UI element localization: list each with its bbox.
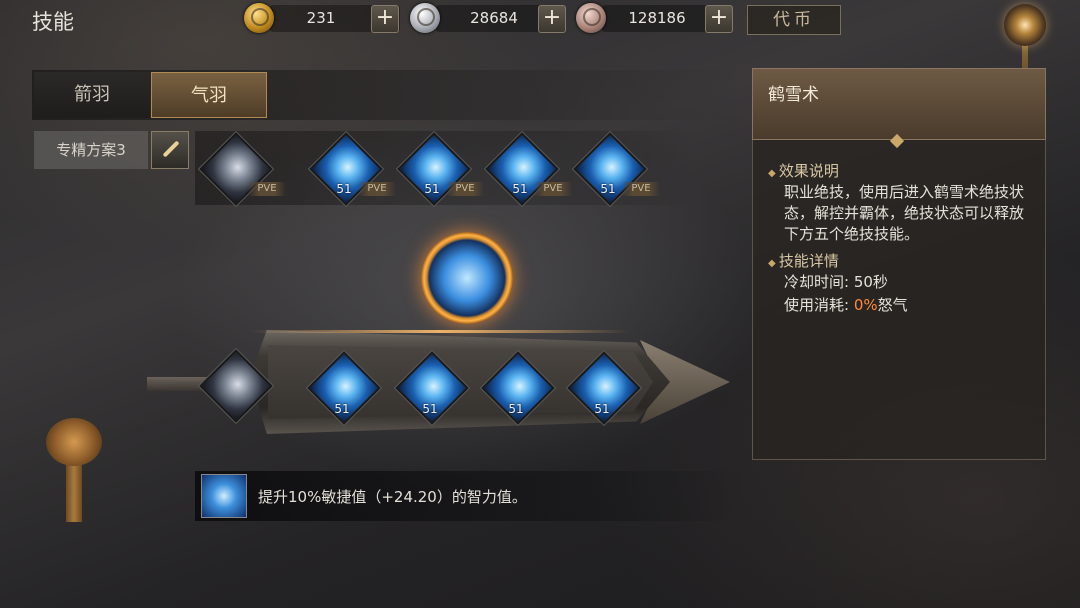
pve-tag: PVE (534, 182, 572, 196)
spec-edit-button[interactable] (151, 131, 189, 169)
skill-level: 51 (600, 182, 616, 196)
pve-tag: PVE (446, 182, 484, 196)
bronze-value: 128186 (628, 9, 686, 27)
effect-header: 效果说明 (768, 160, 839, 181)
skill-level: 51 (334, 402, 350, 416)
skill-level: 51 (424, 182, 440, 196)
add-silver-button[interactable]: + (538, 5, 566, 33)
silver-coin-icon (410, 3, 440, 33)
skill-level: 51 (594, 402, 610, 416)
skill-name: 鹤雪术 (768, 85, 819, 105)
silver-value: 28684 (470, 9, 518, 27)
cost-value: 0% (853, 296, 878, 314)
cost-label: 使用消耗: (784, 296, 854, 314)
cooldown-label: 冷却时间: (784, 273, 854, 291)
lamp-post (66, 460, 82, 522)
cost-row: 使用消耗: 0%怒气 (784, 295, 908, 316)
page-title: 技能 (32, 10, 74, 34)
bronze-coin-icon (576, 3, 606, 33)
buff-description: 提升10%敏捷值（+24.20）的智力值。 (258, 488, 527, 506)
tab-qiyu[interactable]: 气羽 (151, 72, 267, 118)
sword-glow (250, 330, 630, 333)
skill-level: 51 (422, 402, 438, 416)
skill-level: 51 (508, 402, 524, 416)
buff-icon (201, 474, 247, 518)
lamp-icon (46, 418, 102, 466)
cooldown-row: 冷却时间: 50秒 (784, 272, 888, 293)
brush-icon (162, 140, 180, 158)
pve-tag: PVE (622, 182, 660, 196)
cost-unit: 怒气 (877, 296, 908, 314)
spec-plan-selector[interactable]: 专精方案3 (34, 131, 148, 169)
pve-tag: PVE (248, 182, 286, 196)
menu-orb-icon[interactable] (1004, 4, 1046, 46)
effect-text: 职业绝技，使用后进入鹤雪术绝技状态，解控并霸体，绝技状态可以释放下方五个绝技技能… (784, 183, 1025, 243)
add-bronze-button[interactable]: + (705, 5, 733, 33)
skill-level: 51 (336, 182, 352, 196)
cooldown-value: 50秒 (853, 273, 888, 291)
pve-tag: PVE (358, 182, 396, 196)
detail-header: 技能详情 (768, 250, 839, 271)
skill-level: 51 (512, 182, 528, 196)
add-gold-button[interactable]: + (371, 5, 399, 33)
token-button[interactable]: 代币 (747, 5, 841, 35)
gold-coin-icon (244, 3, 274, 33)
tab-jianyu[interactable]: 箭羽 (34, 72, 150, 118)
gold-value: 231 (306, 9, 336, 27)
ultimate-skill-icon[interactable] (421, 232, 513, 324)
